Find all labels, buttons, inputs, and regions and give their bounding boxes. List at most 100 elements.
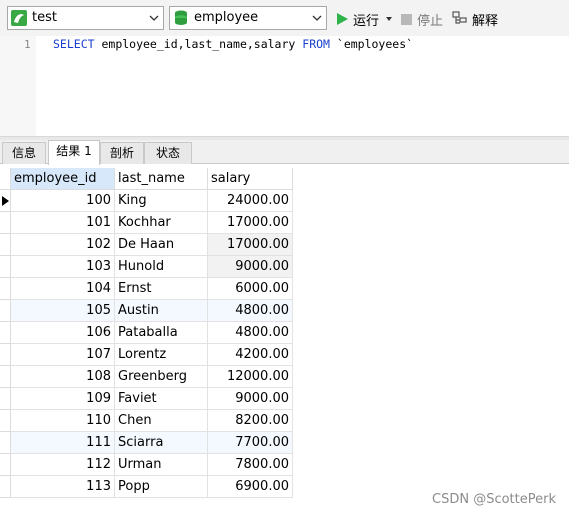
cell-employee-id[interactable]: 104 bbox=[11, 278, 115, 300]
line-number: 1 bbox=[24, 38, 31, 51]
cell-last-name[interactable]: Urman bbox=[115, 454, 208, 476]
table-row[interactable]: 108 Greenberg 12000.00 bbox=[0, 366, 293, 388]
cell-last-name[interactable]: Pataballa bbox=[115, 322, 208, 344]
row-header-corner bbox=[0, 168, 11, 190]
table-row[interactable]: 104 Ernst 6000.00 bbox=[0, 278, 293, 300]
connection-icon bbox=[11, 10, 27, 26]
cell-salary[interactable]: 4800.00 bbox=[208, 322, 293, 344]
column-header-salary[interactable]: salary bbox=[208, 168, 293, 190]
cell-salary[interactable]: 4800.00 bbox=[208, 300, 293, 322]
cell-last-name[interactable]: Ernst bbox=[115, 278, 208, 300]
row-header[interactable] bbox=[0, 234, 11, 256]
cell-employee-id[interactable]: 105 bbox=[11, 300, 115, 322]
cell-salary[interactable]: 17000.00 bbox=[208, 212, 293, 234]
cell-employee-id[interactable]: 101 bbox=[11, 212, 115, 234]
cell-employee-id[interactable]: 106 bbox=[11, 322, 115, 344]
cell-salary[interactable]: 8200.00 bbox=[208, 410, 293, 432]
column-header-last-name[interactable]: last_name bbox=[115, 168, 208, 190]
cell-last-name[interactable]: Sciarra bbox=[115, 432, 208, 454]
chevron-down-icon bbox=[149, 15, 159, 21]
row-header[interactable] bbox=[0, 476, 11, 498]
cell-employee-id[interactable]: 110 bbox=[11, 410, 115, 432]
row-header[interactable] bbox=[0, 388, 11, 410]
table-row[interactable]: 113 Popp 6900.00 bbox=[0, 476, 293, 498]
cell-salary[interactable]: 6000.00 bbox=[208, 278, 293, 300]
keyword-select: SELECT bbox=[53, 37, 95, 51]
cell-employee-id[interactable]: 100 bbox=[11, 190, 115, 212]
explain-button[interactable]: 解释 bbox=[452, 9, 498, 29]
cell-salary[interactable]: 7700.00 bbox=[208, 432, 293, 454]
cell-last-name[interactable]: Chen bbox=[115, 410, 208, 432]
cell-last-name[interactable]: Popp bbox=[115, 476, 208, 498]
cell-employee-id[interactable]: 107 bbox=[11, 344, 115, 366]
tab-status[interactable]: 状态 bbox=[144, 142, 192, 164]
tab-result-1[interactable]: 结果 1 bbox=[48, 140, 100, 165]
table-row[interactable]: 103 Hunold 9000.00 bbox=[0, 256, 293, 278]
cell-employee-id[interactable]: 109 bbox=[11, 388, 115, 410]
row-header[interactable] bbox=[0, 278, 11, 300]
table-row[interactable]: 100 King 24000.00 bbox=[0, 190, 293, 212]
table-row[interactable]: 111 Sciarra 7700.00 bbox=[0, 432, 293, 454]
cell-last-name[interactable]: Faviet bbox=[115, 388, 208, 410]
cell-employee-id[interactable]: 111 bbox=[11, 432, 115, 454]
cell-last-name[interactable]: De Haan bbox=[115, 234, 208, 256]
cell-salary[interactable]: 24000.00 bbox=[208, 190, 293, 212]
table-row[interactable]: 107 Lorentz 4200.00 bbox=[0, 344, 293, 366]
database-select[interactable]: employee bbox=[169, 6, 327, 30]
cell-salary[interactable]: 4200.00 bbox=[208, 344, 293, 366]
table-row[interactable]: 112 Urman 7800.00 bbox=[0, 454, 293, 476]
cell-last-name[interactable]: Austin bbox=[115, 300, 208, 322]
cell-last-name[interactable]: Lorentz bbox=[115, 344, 208, 366]
keyword-from: FROM bbox=[302, 37, 330, 51]
row-header[interactable] bbox=[0, 190, 11, 212]
cell-salary[interactable]: 6900.00 bbox=[208, 476, 293, 498]
row-header[interactable] bbox=[0, 344, 11, 366]
cell-employee-id[interactable]: 113 bbox=[11, 476, 115, 498]
table-row[interactable]: 106 Pataballa 4800.00 bbox=[0, 322, 293, 344]
table-row[interactable]: 102 De Haan 17000.00 bbox=[0, 234, 293, 256]
explain-icon bbox=[452, 11, 467, 24]
grid-header: employee_id last_name salary bbox=[0, 168, 293, 190]
tab-profile[interactable]: 剖析 bbox=[100, 142, 144, 164]
row-header[interactable] bbox=[0, 300, 11, 322]
cell-salary[interactable]: 17000.00 bbox=[208, 234, 293, 256]
cell-last-name[interactable]: King bbox=[115, 190, 208, 212]
cell-employee-id[interactable]: 112 bbox=[11, 454, 115, 476]
table-row[interactable]: 101 Kochhar 17000.00 bbox=[0, 212, 293, 234]
cell-salary[interactable]: 9000.00 bbox=[208, 388, 293, 410]
cell-salary[interactable]: 7800.00 bbox=[208, 454, 293, 476]
run-button[interactable]: 运行 bbox=[336, 9, 395, 29]
row-header[interactable] bbox=[0, 410, 11, 432]
cell-employee-id[interactable]: 108 bbox=[11, 366, 115, 388]
sql-code: SELECT employee_id,last_name,salary FROM… bbox=[53, 37, 413, 51]
current-row-pointer-icon bbox=[2, 196, 9, 206]
row-header[interactable] bbox=[0, 256, 11, 278]
table-row[interactable]: 105 Austin 4800.00 bbox=[0, 300, 293, 322]
row-header[interactable] bbox=[0, 432, 11, 454]
result-tabs: 信息 结果 1 剖析 状态 bbox=[0, 140, 569, 165]
table-row[interactable]: 110 Chen 8200.00 bbox=[0, 410, 293, 432]
cell-last-name[interactable]: Kochhar bbox=[115, 212, 208, 234]
row-header[interactable] bbox=[0, 366, 11, 388]
cell-salary[interactable]: 12000.00 bbox=[208, 366, 293, 388]
cell-employee-id[interactable]: 103 bbox=[11, 256, 115, 278]
column-list: employee_id,last_name,salary bbox=[94, 37, 303, 51]
connection-select[interactable]: test bbox=[7, 6, 164, 30]
cell-employee-id[interactable]: 102 bbox=[11, 234, 115, 256]
play-icon bbox=[337, 13, 348, 25]
tab-info[interactable]: 信息 bbox=[2, 142, 46, 164]
column-header-employee-id[interactable]: employee_id bbox=[11, 168, 115, 190]
cell-last-name[interactable]: Greenberg bbox=[115, 366, 208, 388]
connection-value: test bbox=[32, 10, 57, 25]
stop-button[interactable]: 停止 bbox=[400, 9, 443, 29]
cell-salary[interactable]: 9000.00 bbox=[208, 256, 293, 278]
row-header[interactable] bbox=[0, 454, 11, 476]
table-row[interactable]: 109 Faviet 9000.00 bbox=[0, 388, 293, 410]
table-name: `employees` bbox=[329, 37, 414, 51]
row-header[interactable] bbox=[0, 212, 11, 234]
line-gutter: 1 bbox=[0, 36, 36, 136]
row-header[interactable] bbox=[0, 322, 11, 344]
cell-last-name[interactable]: Hunold bbox=[115, 256, 208, 278]
run-dropdown-icon[interactable] bbox=[383, 14, 395, 24]
sql-editor[interactable]: 1 SELECT employee_id,last_name,salary FR… bbox=[0, 36, 569, 136]
